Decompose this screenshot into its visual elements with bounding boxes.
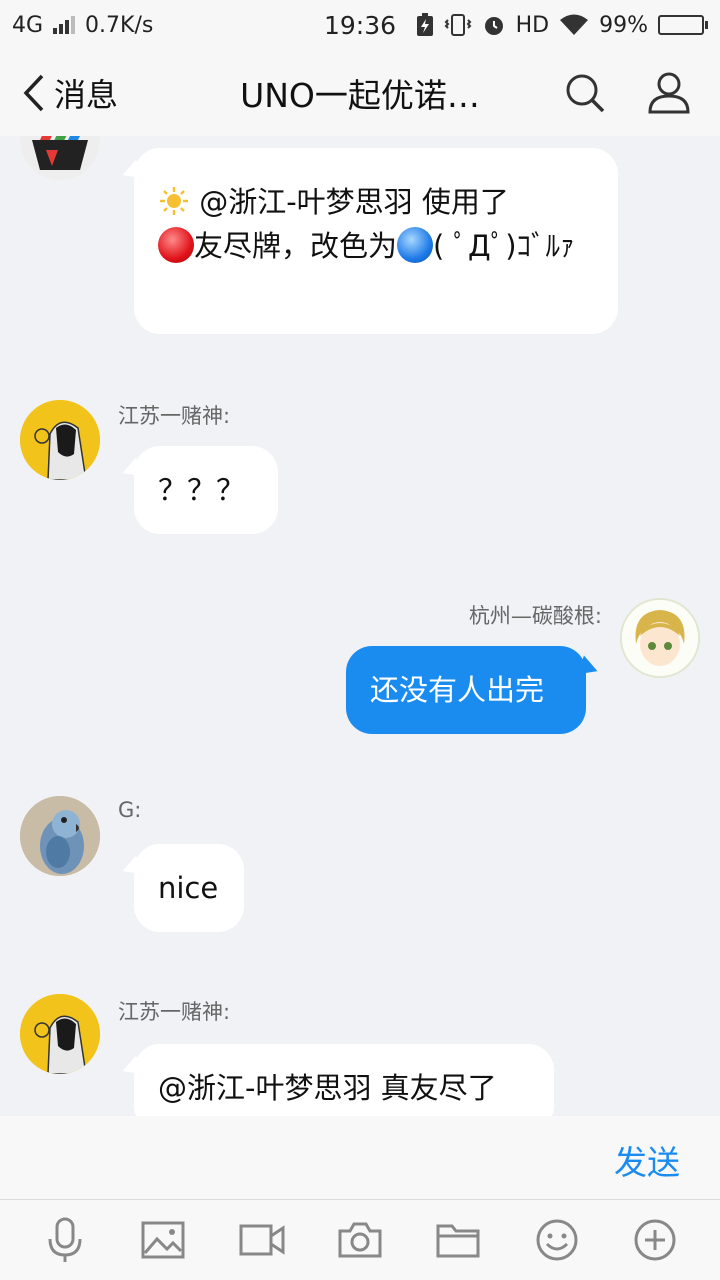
- sender-name: G:: [118, 798, 142, 822]
- message-text: 友尽牌，改色为: [194, 229, 398, 263]
- avatar[interactable]: [620, 598, 700, 678]
- message-text: ？？？: [158, 473, 246, 507]
- anime-boy-icon: [622, 600, 698, 676]
- vibrate-icon: [444, 14, 472, 36]
- network-type: 4G: [12, 12, 44, 38]
- folder-icon: [436, 1224, 480, 1258]
- wifi-icon: [560, 14, 589, 35]
- hd-label: HD: [515, 12, 550, 38]
- microphone-icon: [48, 1217, 82, 1262]
- avatar[interactable]: [20, 994, 100, 1074]
- avatar[interactable]: [20, 796, 100, 876]
- emoji-button[interactable]: [529, 1212, 585, 1268]
- uno-logo-icon: [20, 136, 100, 180]
- message-bubble[interactable]: nice: [134, 844, 244, 932]
- emoji-icon: [536, 1219, 578, 1261]
- avatar[interactable]: [20, 400, 100, 480]
- signal-icon: [53, 16, 76, 34]
- sender-name: 杭州—碳酸根:: [468, 604, 602, 628]
- message-text: ( ﾟДﾟ)ｺﾞﾙｧ: [433, 229, 575, 263]
- blue-circle-icon: [397, 227, 434, 263]
- charging-icon: [416, 13, 433, 36]
- message-input-area: 发送: [0, 1116, 720, 1200]
- battery-percent: 99%: [599, 12, 648, 38]
- message-bubble[interactable]: 还没有人出完: [346, 646, 586, 734]
- chat-header: 消息 UNO一起优诺…: [0, 50, 720, 136]
- chevron-left-icon: [23, 74, 44, 112]
- message-bubble[interactable]: @浙江-叶梦思羽 使用了 友尽牌，改色为 ( ﾟДﾟ)ｺﾞﾙｧ: [134, 148, 618, 334]
- search-icon[interactable]: [564, 72, 606, 114]
- message-text: 还没有人出完: [370, 673, 545, 707]
- anime-character-icon: [20, 400, 100, 480]
- message-list[interactable]: @浙江-叶梦思羽 使用了 友尽牌，改色为 ( ﾟДﾟ)ｺﾞﾙｧ 江苏一赌神: ？？…: [0, 136, 720, 1116]
- voice-button[interactable]: [37, 1212, 93, 1268]
- back-button[interactable]: 消息: [0, 70, 118, 116]
- chat-title: UNO一起优诺…: [240, 76, 480, 115]
- image-button[interactable]: [135, 1212, 191, 1268]
- plus-icon: [634, 1219, 676, 1261]
- message-text: @浙江-叶梦思羽 使用了: [199, 185, 509, 219]
- status-bar: 4G 0.7K/s 19:36 HD 99%: [0, 0, 720, 50]
- message-text: nice: [158, 871, 219, 905]
- sender-name: 江苏一赌神:: [118, 1000, 231, 1024]
- image-icon: [141, 1221, 185, 1259]
- group-members-icon[interactable]: [646, 70, 692, 116]
- avatar[interactable]: [20, 136, 100, 180]
- parrot-icon: [20, 796, 100, 876]
- video-button[interactable]: [234, 1212, 290, 1268]
- back-label: 消息: [54, 76, 119, 114]
- anime-character-icon: [20, 994, 100, 1074]
- message-text: @浙江-叶梦思羽 真友尽了: [158, 1071, 497, 1105]
- send-button[interactable]: 发送: [614, 1136, 680, 1184]
- more-button[interactable]: [627, 1212, 683, 1268]
- camera-button[interactable]: [332, 1212, 388, 1268]
- red-circle-icon: [158, 227, 194, 263]
- battery-icon: [658, 15, 708, 35]
- alarm-icon: [484, 17, 503, 35]
- file-button[interactable]: [430, 1212, 486, 1268]
- video-icon: [239, 1224, 285, 1256]
- sender-name: 江苏一赌神:: [118, 404, 231, 428]
- message-bubble[interactable]: ？？？: [134, 446, 278, 534]
- message-bubble[interactable]: @浙江-叶梦思羽 真友尽了: [134, 1044, 554, 1116]
- network-speed: 0.7K/s: [85, 12, 154, 38]
- input-toolbar: [0, 1200, 720, 1280]
- message-input[interactable]: [24, 1126, 584, 1190]
- sun-icon: [160, 187, 188, 215]
- camera-icon: [338, 1222, 382, 1258]
